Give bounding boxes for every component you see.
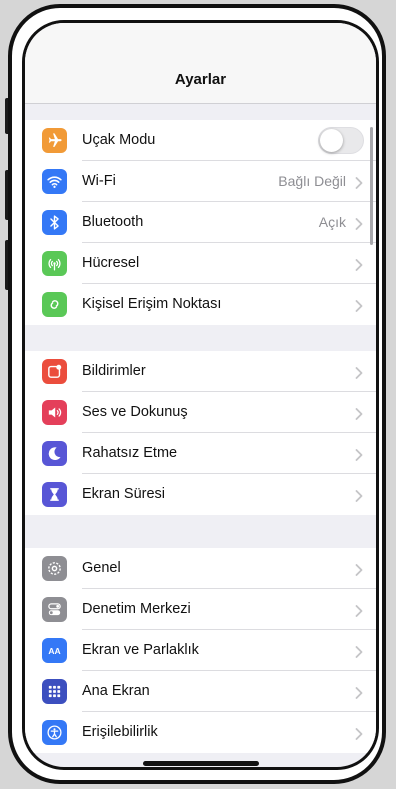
airplane-toggle[interactable] [318,127,364,154]
chevron-right-icon [355,217,363,230]
chevron-right-icon [355,366,363,379]
settings-row-hourglass[interactable]: Ekran Süresi [25,474,376,515]
general-group: Genel Denetim Merkezi AA Ekran ve Parlaklık… [25,548,376,753]
settings-row-label: Wi-Fi [82,173,116,189]
hourglass-icon [42,482,67,507]
control-center-icon [42,597,67,622]
notifications-icon [42,359,67,384]
settings-row-label: Denetim Merkezi [82,601,191,617]
cellular-icon [42,251,67,276]
chevron-right-icon [355,563,363,576]
settings-row-label: Ekran Süresi [82,486,166,502]
accessibility-icon [42,720,67,745]
settings-row-value: Bağlı Değil [278,173,346,189]
settings-row-moon[interactable]: Rahatsız Etme [25,433,376,474]
connectivity-group: Uçak Modu Wi-Fi Bağlı Değil Bluetooth Açık Hü… [25,120,376,325]
chevron-right-icon [355,489,363,502]
chevron-right-icon [355,299,363,312]
home-screen-icon [42,679,67,704]
chevron-right-icon [355,176,363,189]
hotspot-icon [42,292,67,317]
settings-row-value: Açık [318,214,346,230]
settings-row-notifications[interactable]: Bildirimler [25,351,376,392]
toggle-knob [320,129,343,152]
settings-row-label: Erişilebilirlik [82,724,158,740]
chevron-right-icon [355,686,363,699]
svg-text:AA: AA [48,646,60,656]
settings-row-wifi[interactable]: Wi-Fi Bağlı Değil [25,161,376,202]
settings-row-label: Ana Ekran [82,683,150,699]
settings-row-label: Kişisel Erişim Noktası [82,296,222,312]
navigation-bar: Ayarlar [25,23,376,104]
chevron-right-icon [355,407,363,420]
chevron-right-icon [355,258,363,271]
settings-row-accessibility[interactable]: Erişilebilirlik [25,712,376,753]
settings-row-home-screen[interactable]: Ana Ekran [25,671,376,712]
settings-row-cellular[interactable]: Hücresel [25,243,376,284]
settings-row-label: Bildirimler [82,363,146,379]
settings-row-gear[interactable]: Genel [25,548,376,589]
sound-icon [42,400,67,425]
notifications-group: Bildirimler Ses ve Dokunuş Rahatsız Etme Ek… [25,351,376,515]
chevron-right-icon [355,645,363,658]
page-title: Ayarlar [174,71,227,88]
text-size-icon: AA [42,638,67,663]
moon-icon [42,441,67,466]
settings-row-text-size[interactable]: AA Ekran ve Parlaklık [25,630,376,671]
settings-row-label: Ekran ve Parlaklık [82,642,199,658]
settings-row-label: Hücresel [82,255,140,271]
settings-row-airplane[interactable]: Uçak Modu [25,120,376,161]
home-indicator[interactable] [143,761,259,766]
chevron-right-icon [355,727,363,740]
settings-row-bluetooth[interactable]: Bluetooth Açık [25,202,376,243]
settings-row-hotspot[interactable]: Kişisel Erişim Noktası [25,284,376,325]
chevron-right-icon [355,448,363,461]
settings-row-label: Bluetooth [82,214,144,230]
settings-row-sound[interactable]: Ses ve Dokunuş [25,392,376,433]
bluetooth-icon [42,210,67,235]
wifi-icon [42,169,67,194]
settings-screen: Ayarlar Uçak Modu Wi-Fi Bağlı Değil Bluetoo… [22,20,379,770]
gear-icon [42,556,67,581]
settings-row-label: Ses ve Dokunuş [82,404,188,420]
airplane-icon [42,128,67,153]
chevron-right-icon [355,604,363,617]
settings-row-label: Genel [82,560,121,576]
settings-row-label: Rahatsız Etme [82,445,178,461]
scrollbar[interactable] [370,127,373,245]
settings-row-label: Uçak Modu [82,132,156,148]
settings-row-control-center[interactable]: Denetim Merkezi [25,589,376,630]
